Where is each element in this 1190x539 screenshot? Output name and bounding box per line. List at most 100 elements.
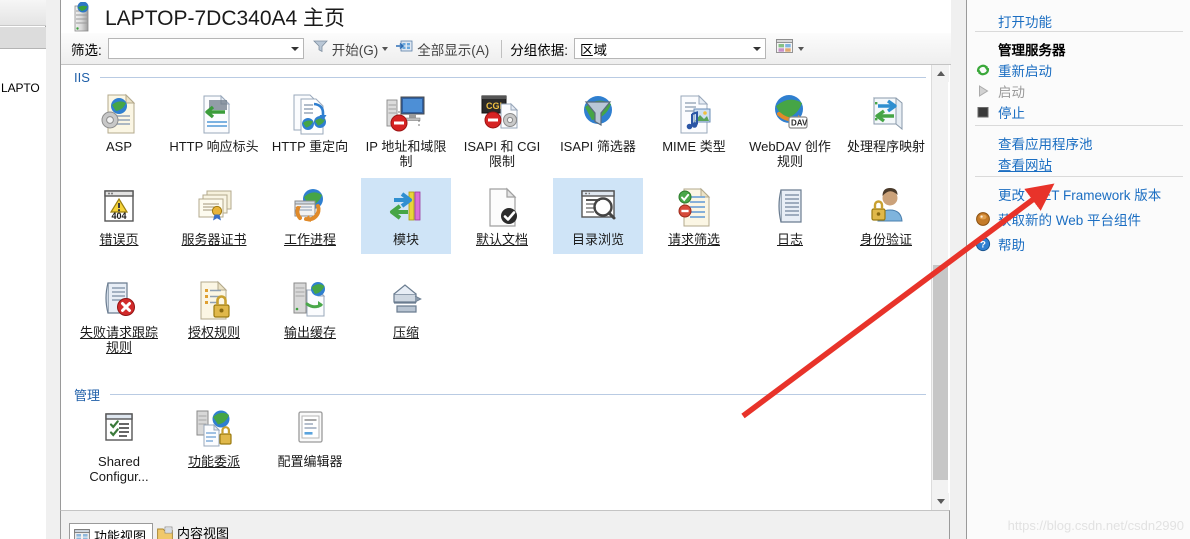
tile-isapi-cgi-restrictions[interactable]: CGI ISAPI 和 CGI 限制 [457, 90, 547, 171]
tile-handler-mappings[interactable]: 处理程序映射 [841, 90, 931, 156]
tree-header [0, 27, 46, 49]
scroll-thumb[interactable] [933, 265, 948, 480]
tile-label: Shared Configur... [89, 454, 149, 484]
error-pages-icon: 404 [74, 183, 164, 229]
tile-directory-browsing[interactable]: 目录浏览 [553, 178, 643, 254]
tile-label: 功能委派 [187, 454, 240, 469]
view-tabs-bar: 功能视图 内容视图 [60, 510, 950, 539]
scroll-down-button[interactable] [932, 493, 949, 510]
svg-text:404: 404 [111, 211, 126, 221]
features-view-area: IIS ASP HTTP 响应标头 HTTP 重定向 IP 地址和域限制 CGI… [62, 65, 950, 510]
request-filtering-icon [649, 183, 739, 229]
group-rule [110, 394, 926, 395]
watermark: https://blog.csdn.net/csdn2990 [1007, 518, 1184, 533]
content-view-icon [157, 526, 173, 539]
tile-output-caching[interactable]: 输出缓存 [265, 276, 355, 342]
tile-webdav-authoring-rules[interactable]: DAV WebDAV 创作规则 [745, 90, 835, 171]
scroll-up-arrow-icon [936, 71, 945, 76]
svg-text:DAV: DAV [791, 119, 808, 128]
tile-failed-request-tracing-rules[interactable]: 失败请求跟踪规则 [74, 276, 164, 357]
group-by-value: 区域 [580, 42, 608, 58]
authorization-rules-icon [169, 276, 259, 322]
filter-input[interactable] [107, 38, 304, 59]
tile-logging[interactable]: 日志 [745, 183, 835, 249]
actions-group-manage-server: 管理服务器 [967, 38, 1190, 59]
tile-http-redirect[interactable]: HTTP 重定向 [265, 90, 355, 156]
svg-text:?: ? [980, 239, 986, 250]
tile-asp[interactable]: ASP [74, 90, 164, 156]
action-change-dotnet-version[interactable]: 更改 .NET Framework 版本 [967, 183, 1190, 204]
worker-processes-icon [265, 183, 355, 229]
compression-icon [361, 276, 451, 322]
show-all-button[interactable]: 全部显示(A) [392, 37, 493, 61]
toolbar-divider [501, 39, 503, 58]
tile-configuration-editor[interactable]: 配置编辑器 [265, 405, 355, 471]
tile-authorization-rules[interactable]: 授权规则 [169, 276, 259, 342]
stop-icon [975, 104, 991, 120]
tile-label: 日志 [776, 232, 803, 247]
view-mode-chevron-down-icon[interactable] [798, 46, 805, 51]
default-document-icon [457, 183, 547, 229]
tile-worker-processes[interactable]: 工作进程 [265, 183, 355, 249]
tab-features-view[interactable]: 功能视图 [69, 523, 154, 539]
tile-server-certificates[interactable]: 服务器证书 [169, 183, 259, 249]
action-get-web-platform-components[interactable]: 获取新的 Web 平台组件 [967, 208, 1190, 229]
tree-node-laptop[interactable]: LAPTO [0, 81, 46, 95]
action-restart[interactable]: 重新启动 [967, 59, 1190, 80]
tile-ip-domain-restrictions[interactable]: IP 地址和域限制 [361, 90, 451, 171]
action-view-sites[interactable]: 查看网站 [967, 153, 1190, 174]
actions-divider [975, 176, 1183, 177]
group-by-chevron-down-icon[interactable] [753, 46, 762, 51]
tile-authentication[interactable]: 身份验证 [841, 183, 931, 249]
tab-content-view[interactable]: 内容视图 [157, 523, 229, 539]
view-mode-button[interactable] [771, 36, 808, 61]
tile-error-pages[interactable]: 404 错误页 [74, 183, 164, 249]
tree-body[interactable]: LAPTO [0, 49, 46, 539]
actions-pane: 打开功能 管理服务器 重新启动 启动 停止 查看应用程序池 查看网站 更改 .N… [966, 0, 1190, 539]
action-open-feature[interactable]: 打开功能 [967, 10, 1190, 31]
action-stop[interactable]: 停止 [967, 101, 1190, 122]
tile-label: 压缩 [392, 325, 419, 340]
group-header-management-label: 管理 [74, 388, 101, 403]
group-header-iis[interactable]: IIS [74, 70, 950, 85]
restart-icon [975, 62, 991, 78]
filter-toolbar: 筛选: 开始(G) 全部显示(A) 分组依据: 区域 [61, 33, 951, 65]
tree-toolbar [0, 0, 46, 26]
action-view-application-pools[interactable]: 查看应用程序池 [967, 132, 1190, 153]
chevron-down-icon[interactable] [290, 46, 299, 51]
tile-label: MIME 类型 [662, 139, 726, 154]
group-header-management[interactable]: 管理 [74, 385, 950, 404]
isapi-filters-icon [553, 90, 643, 136]
tile-default-document[interactable]: 默认文档 [457, 183, 547, 249]
ip-domain-restrictions-icon [361, 90, 451, 136]
tile-mime-types[interactable]: MIME 类型 [649, 90, 739, 156]
tile-label: 模块 [392, 232, 419, 247]
tile-http-response-headers[interactable]: HTTP 响应标头 [169, 90, 259, 156]
scroll-down-arrow-icon [936, 499, 945, 504]
tile-modules[interactable]: 模块 [361, 178, 451, 254]
go-dropdown-chevron-down-icon[interactable] [382, 46, 389, 51]
feature-delegation-icon [169, 405, 259, 451]
action-start-label: 启动 [998, 84, 1025, 100]
blank-icon [975, 135, 991, 151]
tile-request-filtering[interactable]: 请求筛选 [649, 183, 739, 249]
action-help[interactable]: ? 帮助 [967, 233, 1190, 254]
tile-isapi-filters[interactable]: ISAPI 筛选器 [553, 90, 643, 156]
tile-shared-configuration[interactable]: Shared Configur... [74, 405, 164, 486]
tile-compression[interactable]: 压缩 [361, 276, 451, 342]
features-scrollbar[interactable] [931, 65, 949, 510]
blank-icon [975, 41, 991, 57]
page-title: LAPTOP-7DC340A4 主页 [105, 6, 346, 30]
group-by-select[interactable]: 区域 [574, 38, 767, 59]
go-button[interactable]: 开始(G) [309, 37, 393, 61]
scroll-up-button[interactable] [932, 65, 949, 82]
group-header-iis-label: IIS [74, 70, 90, 85]
view-mode-icon [775, 38, 794, 59]
action-view-application-pools-label: 查看应用程序池 [998, 136, 1093, 152]
tile-feature-delegation[interactable]: 功能委派 [169, 405, 259, 471]
shared-configuration-icon [74, 405, 164, 451]
tile-label: 默认文档 [475, 232, 528, 247]
go-button-label: 开始(G) [331, 42, 379, 58]
output-caching-icon [265, 276, 355, 322]
tab-content-view-label: 内容视图 [177, 526, 230, 539]
